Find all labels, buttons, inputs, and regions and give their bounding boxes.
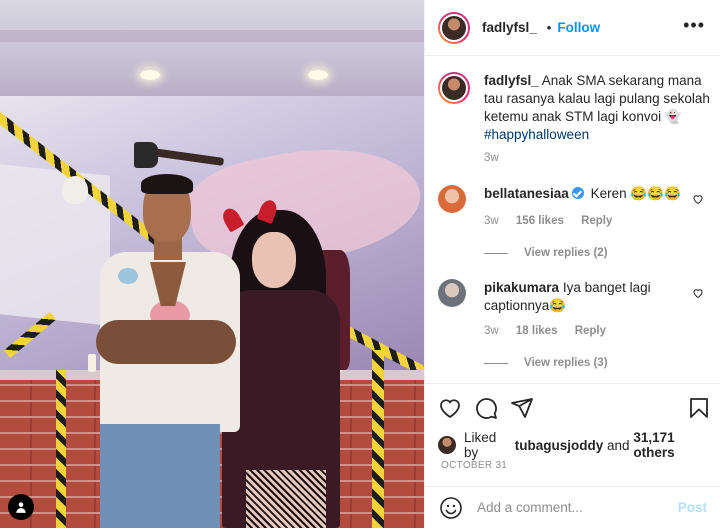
- ceiling-light: [140, 70, 160, 80]
- tattooed-arm: [96, 320, 236, 364]
- ceiling-light: [308, 70, 328, 80]
- comment-icon[interactable]: [474, 396, 498, 420]
- axe-head: [134, 142, 158, 168]
- liked-by-user[interactable]: tubagusjoddy: [515, 438, 604, 453]
- comments-list[interactable]: fadlyfsl_ Anak SMA sekarang mana tau ras…: [425, 57, 720, 383]
- ceiling-beam: [0, 30, 424, 42]
- heart-icon[interactable]: [438, 396, 462, 420]
- hashtag-link[interactable]: #happyhalloween: [484, 127, 589, 142]
- view-replies-button[interactable]: View replies (3): [484, 357, 608, 369]
- view-replies-label: View replies (2): [524, 247, 608, 259]
- comment-text: Keren 😂😂😂: [590, 186, 681, 201]
- caption-meta: 3w: [484, 152, 513, 164]
- comment: pikakumara Iya banget lagi captionnya😂 3…: [438, 279, 714, 379]
- comment-username[interactable]: pikakumara: [484, 280, 559, 295]
- emoji-icon[interactable]: [439, 496, 463, 520]
- avatar[interactable]: [438, 436, 456, 454]
- caution-tape: [372, 350, 384, 528]
- comment: bellatanesiaa Keren 😂😂😂 3w 156 likes Rep…: [438, 185, 714, 269]
- share-icon[interactable]: [510, 396, 534, 420]
- avatar[interactable]: [438, 185, 466, 213]
- comment-likes[interactable]: 18 likes: [516, 325, 558, 337]
- liked-by: Liked by tubagusjoddy and 31,171 others: [438, 430, 714, 460]
- post-header: fadlyfsl_ • Follow •••: [425, 0, 720, 56]
- reply-button[interactable]: Reply: [575, 325, 606, 337]
- fishnet-legs: [246, 470, 326, 528]
- comment-input[interactable]: [477, 500, 678, 515]
- view-replies-button[interactable]: View replies (2): [484, 247, 608, 259]
- caption: fadlyfsl_ Anak SMA sekarang mana tau ras…: [438, 72, 714, 172]
- heart-icon[interactable]: [692, 193, 704, 205]
- verified-icon: [571, 187, 584, 199]
- comment-likes[interactable]: 156 likes: [516, 215, 564, 227]
- comment-meta: 3w 18 likes Reply: [484, 325, 620, 337]
- reply-button[interactable]: Reply: [581, 215, 612, 227]
- comment-meta: 3w 156 likes Reply: [484, 215, 626, 227]
- post-button[interactable]: Post: [678, 500, 707, 515]
- skull-prop: [62, 176, 88, 204]
- liked-by-and: and: [607, 437, 630, 453]
- caution-tape: [56, 370, 66, 528]
- likes-count[interactable]: 31,171 others: [633, 430, 714, 460]
- caption-age[interactable]: 3w: [484, 152, 499, 164]
- separator-dot: •: [546, 20, 552, 35]
- header-username[interactable]: fadlyfsl_: [482, 20, 537, 35]
- comment-age[interactable]: 3w: [484, 215, 499, 227]
- more-icon[interactable]: •••: [683, 16, 705, 34]
- add-comment-bar: Post: [425, 486, 720, 528]
- caption-username[interactable]: fadlyfsl_: [484, 73, 539, 88]
- post-photo[interactable]: [0, 0, 424, 528]
- reels-icon[interactable]: [8, 494, 34, 520]
- follow-button[interactable]: Follow: [557, 20, 600, 35]
- action-bar: [425, 383, 720, 427]
- paint-splash: [118, 268, 138, 284]
- heart-icon[interactable]: [692, 287, 704, 299]
- candle: [88, 354, 96, 372]
- avatar[interactable]: [438, 279, 466, 307]
- comment-age[interactable]: 3w: [484, 325, 499, 337]
- ceiling: [0, 0, 424, 96]
- save-icon[interactable]: [687, 396, 711, 420]
- view-replies-label: View replies (3): [524, 357, 608, 369]
- man-jeans: [100, 424, 220, 528]
- man-hair: [141, 174, 193, 194]
- comment-username[interactable]: bellatanesiaa: [484, 186, 569, 201]
- avatar[interactable]: [438, 72, 470, 104]
- liked-by-prefix: Liked by: [464, 430, 497, 460]
- woman-face: [252, 232, 296, 288]
- post-date[interactable]: OCTOBER 31: [441, 460, 507, 471]
- post-side-panel: fadlyfsl_ • Follow ••• fadlyfsl_ Anak SM…: [424, 0, 720, 528]
- avatar[interactable]: [438, 11, 470, 44]
